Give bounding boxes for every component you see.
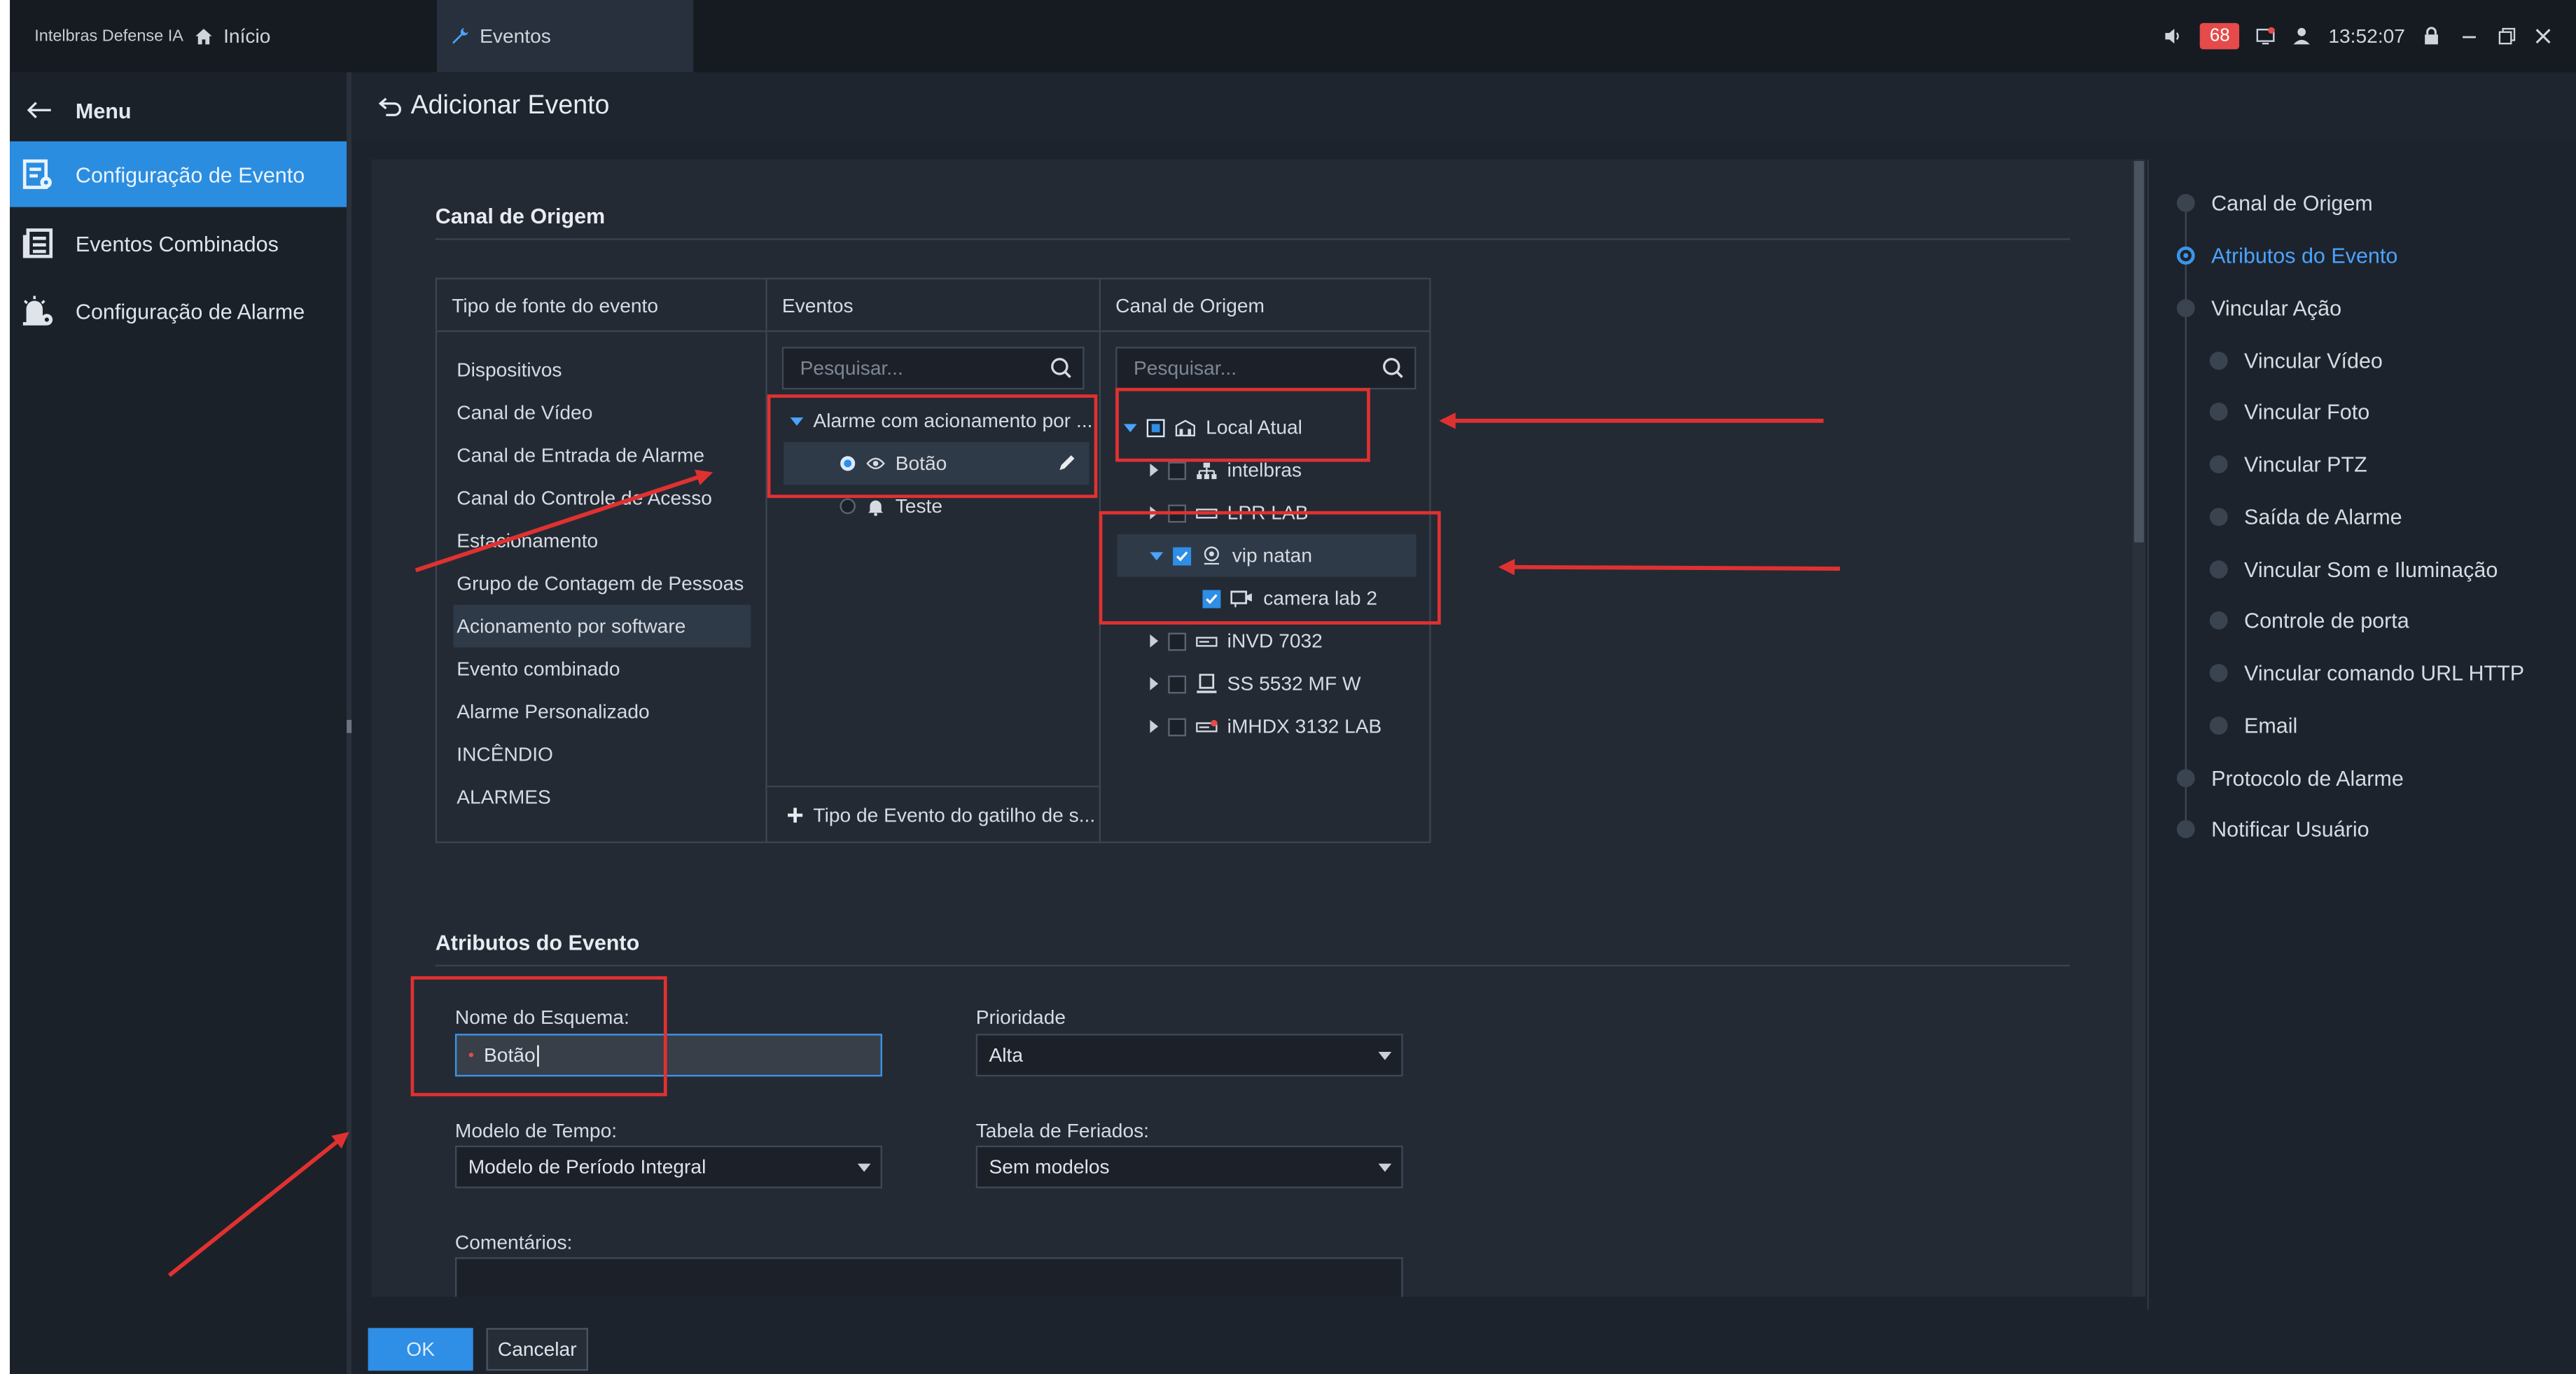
annotation-arrows [167, 412, 1840, 1277]
